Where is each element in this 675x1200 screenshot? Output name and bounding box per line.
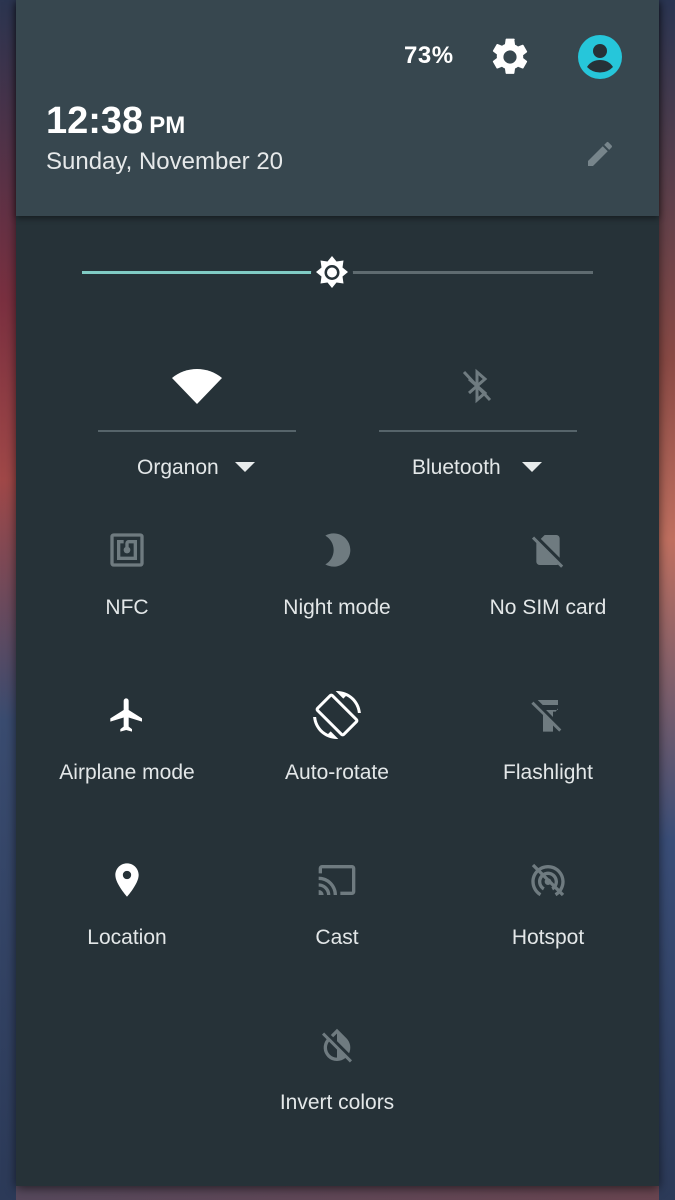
tile-auto-rotate[interactable]: Auto-rotate — [232, 691, 442, 815]
wallpaper-right-edge — [659, 0, 675, 1200]
bluetooth-label[interactable]: Bluetooth — [412, 456, 501, 480]
wifi-network-label[interactable]: Organon — [137, 456, 219, 480]
quick-settings-panel: 73% 12:38PM Sunday, November 20 Organon — [16, 0, 659, 1186]
tile-label: Invert colors — [279, 1091, 395, 1114]
no-sim-icon — [531, 535, 564, 568]
bluetooth-dropdown-caret-icon[interactable] — [522, 462, 542, 472]
location-pin-icon — [115, 863, 139, 897]
tile-cast[interactable]: Cast — [232, 860, 442, 980]
battery-percentage: 73% — [404, 42, 454, 69]
wifi-icon[interactable] — [167, 356, 227, 416]
wifi-dropdown-caret-icon[interactable] — [235, 462, 255, 472]
screen-rotation-icon — [313, 691, 361, 739]
tile-label: NFC — [105, 596, 149, 619]
brightness-slider-thumb-icon[interactable] — [309, 250, 355, 296]
tile-label: Flashlight — [503, 761, 593, 784]
tile-label: Airplane mode — [59, 761, 195, 784]
tile-label: Night mode — [283, 596, 391, 619]
tile-label: Hotspot — [511, 926, 585, 949]
cast-icon — [318, 865, 356, 895]
tile-nfc[interactable]: NFC — [22, 530, 232, 650]
hotspot-off-icon — [531, 863, 565, 897]
quick-settings-header: 73% 12:38 PM Sunday, November 20 — [16, 0, 659, 216]
edit-pencil-icon[interactable] — [584, 138, 616, 170]
clock-ampm: PM — [149, 112, 186, 139]
brightness-slider-track[interactable] — [332, 271, 593, 274]
tile-night-mode[interactable]: Night mode — [232, 530, 442, 650]
flashlight-off-icon — [531, 700, 562, 732]
brightness-slider-fill[interactable] — [82, 271, 333, 274]
date-text[interactable]: Sunday, November 20 — [46, 148, 283, 176]
clock-time[interactable]: 12:38 PM — [46, 100, 185, 143]
tile-location[interactable]: Location — [22, 860, 232, 980]
wallpaper-left-edge — [0, 0, 16, 1200]
tile-flashlight[interactable]: Flashlight — [443, 695, 653, 815]
tile-hotspot[interactable]: Hotspot — [443, 860, 653, 980]
tile-label: Auto-rotate — [285, 761, 389, 784]
clock-hours-minutes: 12:38 — [46, 100, 144, 142]
tile-no-sim[interactable]: No SIM card — [443, 530, 653, 650]
bluetooth-disabled-icon[interactable] — [447, 356, 507, 416]
moon-icon — [325, 533, 351, 567]
airplane-icon — [110, 698, 142, 732]
tile-label: Location — [87, 926, 167, 949]
invert-colors-off-icon — [322, 1028, 352, 1063]
tile-airplane-mode[interactable]: Airplane mode — [22, 695, 232, 815]
tile-invert-colors[interactable]: Invert colors — [232, 1025, 442, 1145]
tile-label: No SIM card — [489, 596, 607, 619]
wifi-tile-divider — [98, 430, 296, 432]
settings-gear-icon[interactable] — [488, 35, 532, 79]
bluetooth-tile-divider — [379, 430, 577, 432]
nfc-icon — [110, 533, 144, 567]
tile-label: Cast — [315, 926, 359, 949]
user-avatar-icon[interactable] — [576, 33, 624, 81]
